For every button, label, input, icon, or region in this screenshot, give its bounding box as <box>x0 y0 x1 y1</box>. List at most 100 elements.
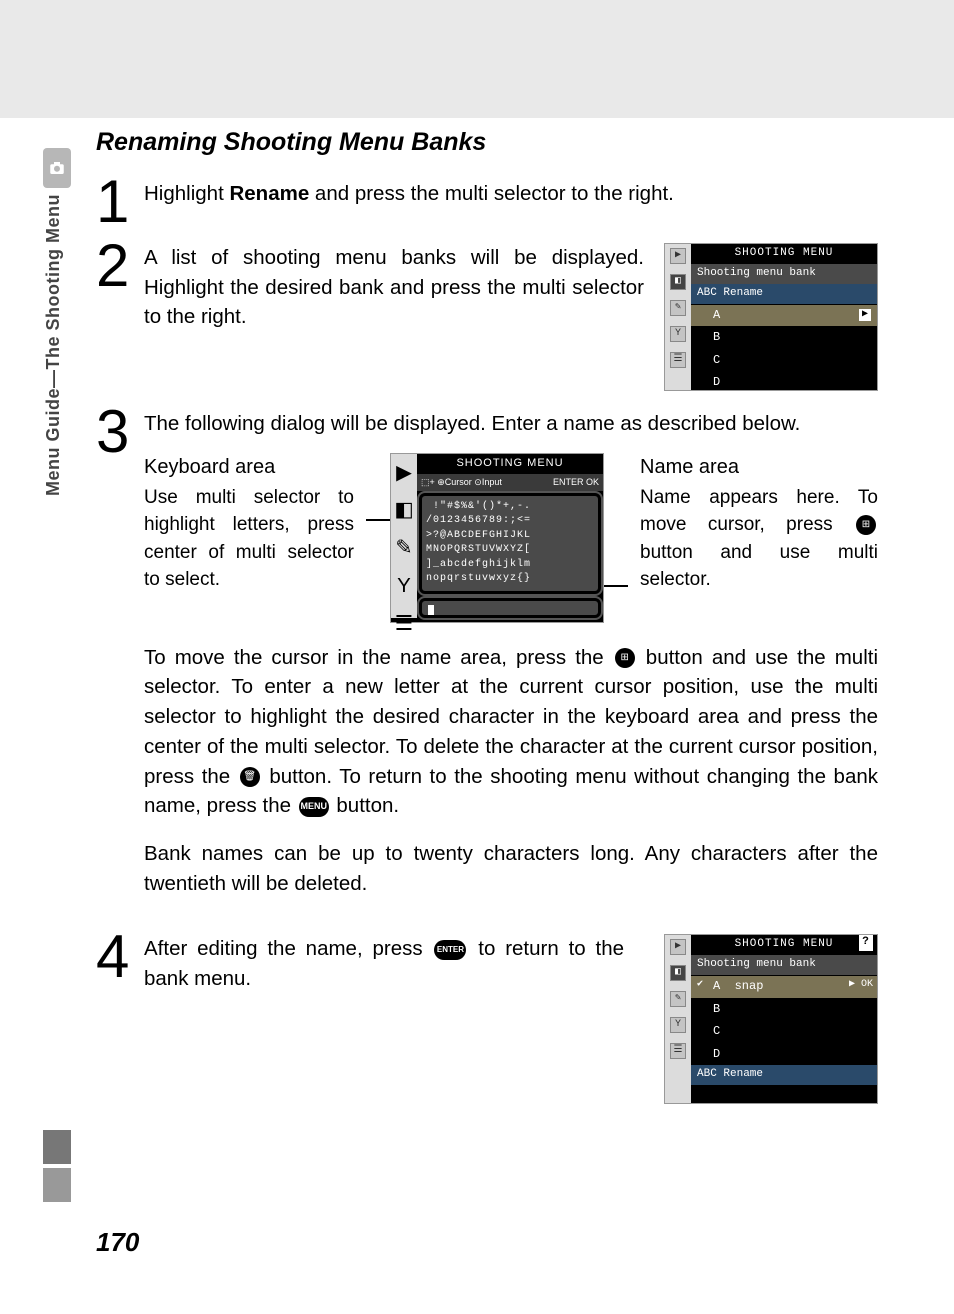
play-icon: ▶ <box>670 939 686 955</box>
thumbnail-button-icon: ⊞ <box>615 648 635 668</box>
lcd-side-icons: ▶ ◧ ✎ Y ☰ <box>665 935 691 1103</box>
lcd-row-b: B <box>691 998 877 1020</box>
lcd-title-text: SHOOTING MENU <box>735 938 834 950</box>
step-2-body: A list of shooting menu banks will be di… <box>144 243 878 391</box>
camera-tab-icon: ◧ <box>394 495 413 525</box>
side-tab: Menu Guide—The Shooting Menu <box>43 148 79 496</box>
step-number: 1 <box>96 179 144 225</box>
lcd-row-d: D <box>691 1043 877 1065</box>
step-number: 3 <box>96 409 144 916</box>
kbd-line: >?@ABCDEFGHIJKL <box>426 529 594 544</box>
kbd-line: !"#$%&'()*+,-. <box>426 500 594 515</box>
bank-name: snap <box>735 979 764 993</box>
step-3-body: The following dialog will be displayed. … <box>144 409 878 916</box>
lcd-hint-row: ⬚+ ⊕Cursor ⊙Input ENTER OK <box>417 474 603 491</box>
lcd-screenshot-keyboard: ▶ ◧ ✎ Y ☰ SHOOTING MENU ⬚+ ⊕Cursor ⊙Inpu… <box>390 453 604 623</box>
wrench-icon: Y <box>670 326 686 342</box>
step-3-para-1: To move the cursor in the name area, pre… <box>144 643 878 821</box>
page: Menu Guide—The Shooting Menu Renaming Sh… <box>0 0 954 1314</box>
card-icon: ☰ <box>395 609 413 639</box>
leader-right <box>604 453 628 617</box>
keyboard-area-text: Use multi selector to highlight letters,… <box>144 484 354 594</box>
trash-button-icon: 🗑 <box>240 767 260 787</box>
wrench-icon: Y <box>397 571 411 601</box>
enter-button-icon: ENTER <box>434 940 466 960</box>
name-area-title: Name area <box>640 453 878 482</box>
kbd-line: /0123456789:;<= <box>426 514 594 529</box>
step-number: 4 <box>96 934 144 1104</box>
kbd-hint-left: ⬚+ ⊕Cursor ⊙Input <box>421 476 502 489</box>
step-2: 2 A list of shooting menu banks will be … <box>96 243 878 391</box>
keyboard-box: !"#$%&'()*+,-. /0123456789:;<= >?@ABCDEF… <box>419 493 601 594</box>
name-box <box>419 598 601 618</box>
step-1-body: Highlight Rename and press the multi sel… <box>144 179 878 225</box>
pencil-icon: ✎ <box>670 300 686 316</box>
section-title: Renaming Shooting Menu Banks <box>96 128 878 157</box>
step-3-para-2: Bank names can be up to twenty character… <box>144 839 878 898</box>
lcd-keyboard-wrap: ▶ ◧ ✎ Y ☰ SHOOTING MENU ⬚+ ⊕Cursor ⊙Inpu… <box>366 453 628 623</box>
p1-pre: To move the cursor in the name area, pre… <box>144 646 613 669</box>
step-4-body: After editing the name, press ENTER to r… <box>144 934 878 1104</box>
lcd-rename: ABC Rename <box>691 1065 877 1085</box>
step-2-text: A list of shooting menu banks will be di… <box>144 243 644 332</box>
camera-tab-icon: ◧ <box>670 965 686 981</box>
name-area-post: button and use multi selector. <box>640 542 878 591</box>
step-4: 4 After editing the name, press ENTER to… <box>96 934 878 1104</box>
pencil-icon: ✎ <box>395 533 412 563</box>
step-4-text: After editing the name, press ENTER to r… <box>144 934 624 1104</box>
name-area-pre: Name appears here. To move cursor, press <box>640 487 878 536</box>
lcd-row-b: B <box>691 326 877 348</box>
lcd-side-icons: ▶ ◧ ✎ Y ☰ <box>665 244 691 390</box>
lcd-main: SHOOTING MENU Shooting menu bank ABC Ren… <box>691 244 877 390</box>
help-icon: ? <box>859 935 873 951</box>
kbd-hint-right: ENTER OK <box>553 476 599 489</box>
lcd-row-c: C <box>691 1020 877 1042</box>
bank-label: A <box>713 308 720 322</box>
name-area-col: Name area Name appears here. To move cur… <box>640 453 878 594</box>
lcd-side-icons: ▶ ◧ ✎ Y ☰ <box>391 454 417 618</box>
step-1-pre: Highlight <box>144 182 229 205</box>
step-number: 2 <box>96 243 144 391</box>
play-icon: ▶ <box>396 458 412 488</box>
lcd-screenshot-banks: ▶ ◧ ✎ Y ☰ SHOOTING MENU Shooting menu ba… <box>664 243 878 391</box>
card-icon: ☰ <box>670 1043 686 1059</box>
kbd-line: ]_abcdefghijklm <box>426 558 594 573</box>
lcd-row-a: A snap ▶ OK <box>691 975 877 997</box>
lcd-row-c: C <box>691 349 877 371</box>
kbd-line: nopqrstuvwxyz{} <box>426 572 594 587</box>
step-3-lead: The following dialog will be displayed. … <box>144 409 878 439</box>
step-1-bold: Rename <box>229 182 309 205</box>
step-3: 3 The following dialog will be displayed… <box>96 409 878 916</box>
content: Renaming Shooting Menu Banks 1 Highlight… <box>96 128 878 1122</box>
keyboard-area-title: Keyboard area <box>144 453 354 482</box>
step-3-columns: Keyboard area Use multi selector to high… <box>144 453 878 623</box>
lcd-screenshot-result: ▶ ◧ ✎ Y ☰ SHOOTING MENU ? Shooting menu … <box>664 934 878 1104</box>
step-1-post: and press the multi selector to the righ… <box>309 182 674 205</box>
pencil-icon: ✎ <box>670 991 686 1007</box>
top-margin-bar <box>0 0 954 118</box>
lcd-title: SHOOTING MENU ? <box>691 935 877 955</box>
camera-icon-svg <box>48 159 66 177</box>
side-tab-label: Menu Guide—The Shooting Menu <box>43 194 64 496</box>
lcd-subtitle: Shooting menu bank <box>691 955 877 975</box>
lcd-title: SHOOTING MENU <box>417 454 603 474</box>
s4-pre: After editing the name, press <box>144 937 432 960</box>
lcd-title: SHOOTING MENU <box>691 244 877 264</box>
thumbnail-button-icon: ⊞ <box>856 515 876 535</box>
page-index-bars <box>43 1130 71 1206</box>
step-1: 1 Highlight Rename and press the multi s… <box>96 179 878 225</box>
lcd-kbd-main: SHOOTING MENU ⬚+ ⊕Cursor ⊙Input ENTER OK… <box>417 454 603 618</box>
lcd-row-d: D <box>691 371 877 393</box>
keyboard-area-col: Keyboard area Use multi selector to high… <box>144 453 354 594</box>
triangle-icon: ▶ <box>859 309 871 321</box>
bank-label: A <box>713 979 720 993</box>
kbd-line: MNOPQRSTUVWXYZ[ <box>426 543 594 558</box>
camera-icon <box>43 148 71 188</box>
card-icon: ☰ <box>670 352 686 368</box>
menu-button-icon: MENU <box>299 797 329 817</box>
lcd-main: SHOOTING MENU ? Shooting menu bank A sna… <box>691 935 877 1103</box>
lcd-row-a: A▶ <box>691 304 877 326</box>
wrench-icon: Y <box>670 1017 686 1033</box>
play-icon: ▶ <box>670 248 686 264</box>
page-number: 170 <box>96 1227 139 1258</box>
